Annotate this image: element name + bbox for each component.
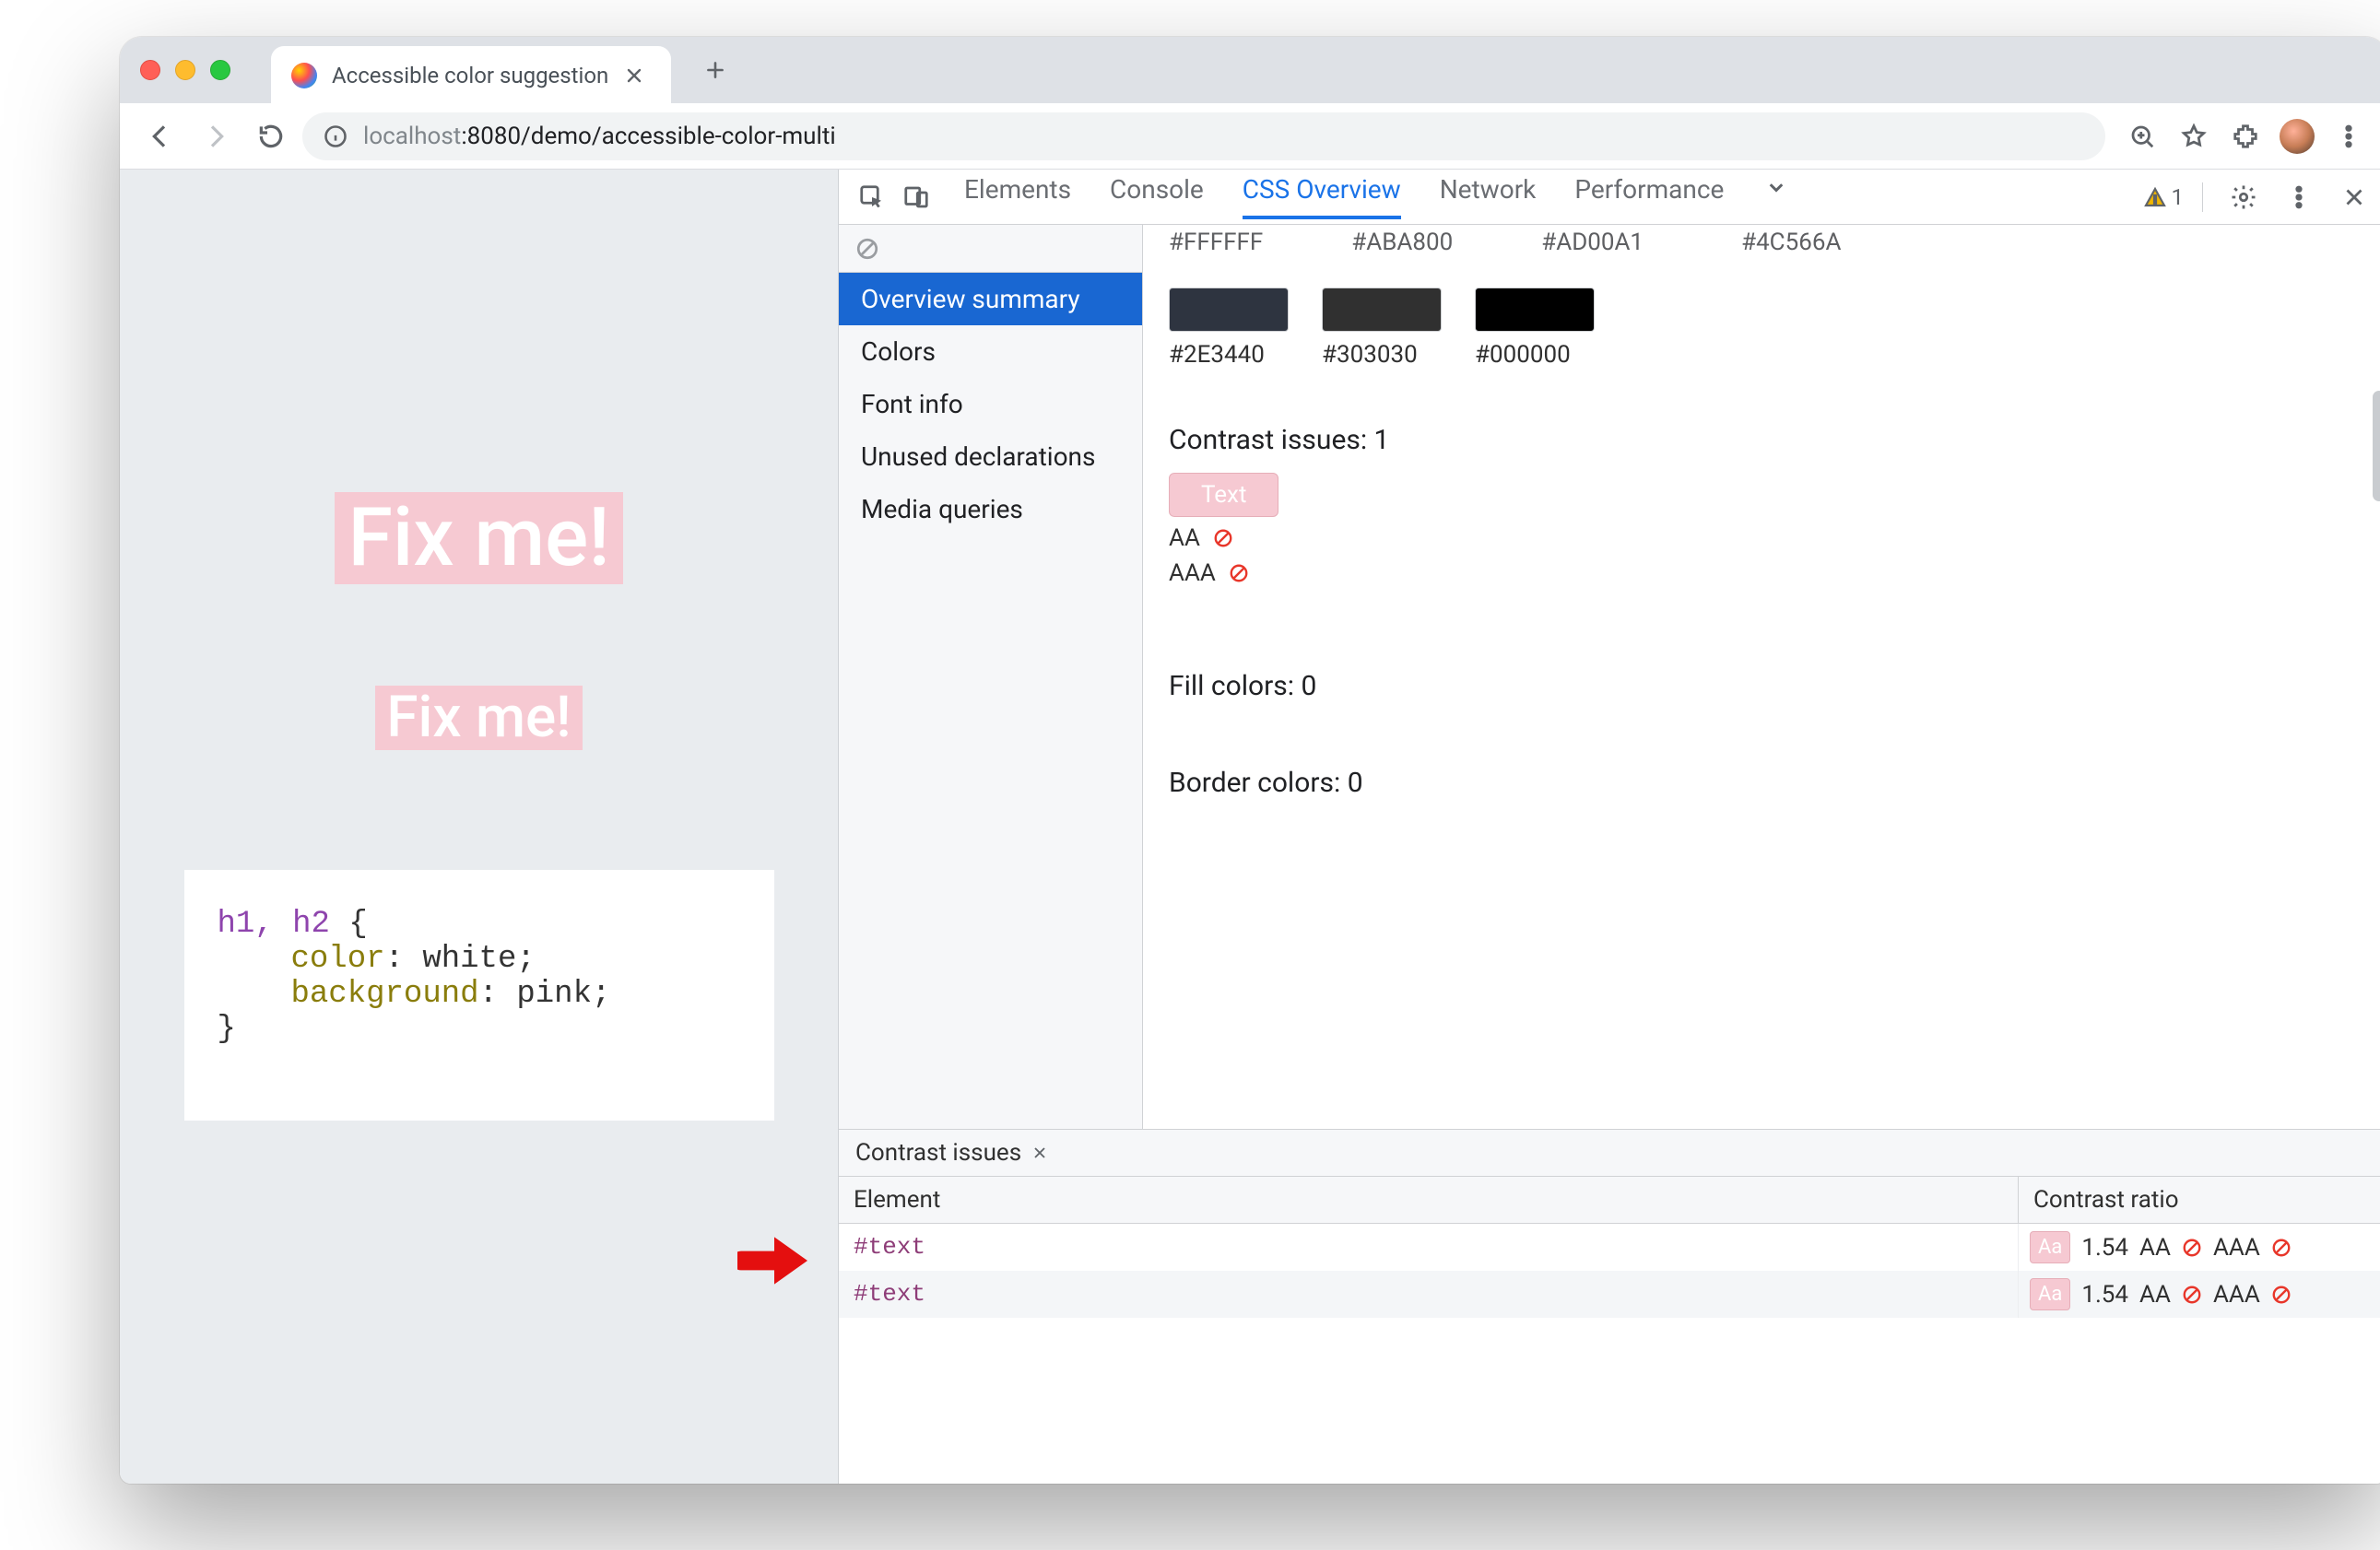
clear-overview-icon[interactable] — [839, 225, 1142, 273]
color-swatch[interactable] — [1169, 288, 1289, 332]
close-tab-icon[interactable] — [623, 65, 645, 87]
profile-avatar[interactable] — [2275, 114, 2319, 159]
table-row[interactable]: #text Aa 1.54 AA AAA — [839, 1271, 2380, 1318]
devtools-panel: Elements Console CSS Overview Network Pe… — [839, 170, 2380, 1484]
more-tabs-icon[interactable] — [1762, 174, 1790, 219]
contrast-issue-badge[interactable]: Text — [1169, 473, 1278, 517]
devtools-menu-icon[interactable] — [2277, 175, 2321, 219]
minimize-window-button[interactable] — [175, 60, 195, 80]
sidebar-item-font-info[interactable]: Font info — [839, 378, 1142, 430]
tab-network[interactable]: Network — [1440, 174, 1537, 219]
swatch-hex: #303030 — [1322, 341, 1442, 369]
swatch-label-cut: #AD00A1 — [1541, 229, 1644, 256]
table-row[interactable]: #text Aa 1.54 AA AAA — [839, 1224, 2380, 1271]
zoom-icon[interactable] — [2120, 114, 2164, 159]
color-swatch[interactable] — [1322, 288, 1442, 332]
css-overview-main: #FFFFFF #ABA800 #AD00A1 #4C566A #2E3440 — [1143, 225, 2380, 1129]
element-cell: #text — [839, 1271, 2019, 1318]
fail-icon — [2271, 1285, 2292, 1305]
ratio-cell: Aa 1.54 AA AAA — [2019, 1271, 2380, 1318]
warnings-badge[interactable]: 1 — [2144, 184, 2185, 210]
element-cell: #text — [839, 1224, 2019, 1271]
contrast-issues-heading: Contrast issues: 1 — [1169, 424, 2362, 456]
zoom-window-button[interactable] — [210, 60, 230, 80]
window-titlebar: Accessible color suggestion — [120, 37, 2380, 103]
sample-pill: Aa — [2030, 1231, 2070, 1263]
tab-title: Accessible color suggestion — [332, 63, 608, 88]
fail-icon — [1213, 528, 1233, 548]
swatch-hex: #2E3440 — [1169, 341, 1289, 369]
sidebar-item-overview-summary[interactable]: Overview summary — [839, 273, 1142, 325]
swatch-label-cut: #4C566A — [1741, 229, 1841, 256]
address-bar[interactable]: localhost:8080/demo/accessible-color-mul… — [302, 112, 2105, 160]
bookmark-star-icon[interactable] — [2172, 114, 2216, 159]
close-window-button[interactable] — [140, 60, 160, 80]
swatch-label-cut: #ABA800 — [1351, 229, 1453, 256]
toolbar: localhost:8080/demo/accessible-color-mul… — [120, 103, 2380, 170]
drawer-tab[interactable]: Contrast issues — [839, 1130, 2380, 1177]
aaa-fail-row: AAA — [1169, 559, 2362, 587]
drawer-table-header: Element Contrast ratio — [839, 1177, 2380, 1224]
reload-button[interactable] — [247, 112, 295, 160]
fail-icon — [2182, 1238, 2202, 1258]
swatch-hex: #000000 — [1475, 341, 1595, 369]
tab-favicon — [291, 63, 317, 88]
aa-fail-row: AA — [1169, 524, 2362, 552]
inspect-icon[interactable] — [850, 175, 894, 219]
close-drawer-tab-icon[interactable] — [1031, 1144, 1049, 1162]
page-h2: Fix me! — [375, 686, 582, 750]
page-h1: Fix me! — [335, 492, 622, 584]
css-overview-sidebar: Overview summary Colors Font info Unused… — [839, 225, 1143, 1129]
fill-colors-heading: Fill colors: 0 — [1169, 670, 2362, 702]
close-devtools-icon[interactable] — [2332, 175, 2376, 219]
color-swatch[interactable] — [1475, 288, 1595, 332]
device-mode-icon[interactable] — [894, 175, 938, 219]
url-text: localhost:8080/demo/accessible-color-mul… — [363, 123, 836, 150]
fail-icon — [2271, 1238, 2292, 1258]
rendered-page: Fix me! Fix me! h1, h2 { color: white; b… — [120, 170, 839, 1484]
border-colors-heading: Border colors: 0 — [1169, 767, 2362, 799]
tab-performance[interactable]: Performance — [1574, 174, 1724, 219]
back-button[interactable] — [136, 112, 184, 160]
swatch-label-cut: #FFFFFF — [1169, 229, 1263, 256]
tab-elements[interactable]: Elements — [964, 174, 1071, 219]
scrollbar-thumb[interactable] — [2373, 391, 2380, 501]
ratio-cell: Aa 1.54 AA AAA — [2019, 1224, 2380, 1271]
new-tab-button[interactable] — [697, 52, 734, 88]
fail-icon — [1229, 563, 1249, 583]
forward-button[interactable] — [192, 112, 240, 160]
browser-tab[interactable]: Accessible color suggestion — [271, 46, 671, 105]
site-info-icon[interactable] — [323, 123, 348, 149]
tab-console[interactable]: Console — [1110, 174, 1204, 219]
col-ratio: Contrast ratio — [2019, 1177, 2380, 1223]
sample-pill: Aa — [2030, 1278, 2070, 1310]
annotation-arrow-icon — [737, 1231, 811, 1290]
contrast-issues-drawer: Contrast issues Element Contrast ratio #… — [839, 1129, 2380, 1484]
extensions-icon[interactable] — [2223, 114, 2268, 159]
sidebar-item-unused-decls[interactable]: Unused declarations — [839, 430, 1142, 483]
settings-gear-icon[interactable] — [2221, 175, 2266, 219]
devtools-tab-strip: Elements Console CSS Overview Network Pe… — [964, 174, 1790, 219]
traffic-lights — [140, 60, 230, 80]
browser-menu-icon[interactable] — [2327, 114, 2371, 159]
tab-css-overview[interactable]: CSS Overview — [1243, 174, 1401, 219]
fail-icon — [2182, 1285, 2202, 1305]
col-element: Element — [839, 1177, 2019, 1223]
code-snippet: h1, h2 { color: white; background: pink;… — [184, 870, 774, 1121]
sidebar-item-media-queries[interactable]: Media queries — [839, 483, 1142, 535]
devtools-toolbar: Elements Console CSS Overview Network Pe… — [839, 170, 2380, 225]
sidebar-item-colors[interactable]: Colors — [839, 325, 1142, 378]
